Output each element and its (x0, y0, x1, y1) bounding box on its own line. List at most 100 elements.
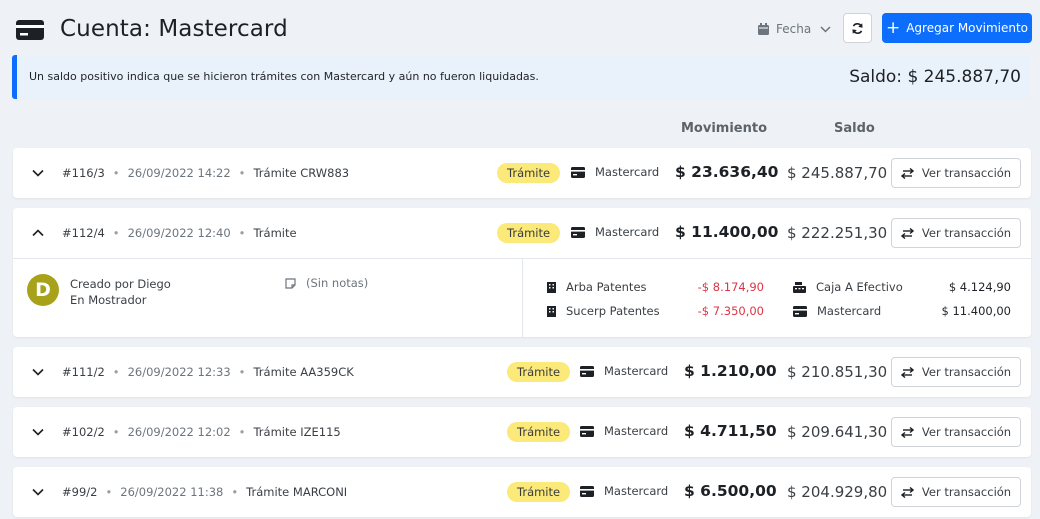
view-transaction-button[interactable]: Ver transacción (891, 218, 1021, 248)
type-badge: Trámite (507, 422, 571, 442)
date-filter-label: Fecha (776, 22, 812, 36)
exchange-icon (900, 167, 914, 179)
chevron-down-icon[interactable] (31, 365, 45, 379)
type-badge: Trámite (507, 482, 571, 502)
movement-amount: $ 1.210,00 (684, 362, 777, 380)
view-transaction-button[interactable]: Ver transacción (891, 417, 1021, 447)
movement-description: Trámite (253, 226, 297, 240)
divider (522, 259, 523, 338)
movement-row[interactable]: #111/2 • 26/09/2022 12:33 • Trámite AA359CK … (13, 347, 1031, 397)
view-transaction-button[interactable]: Ver transacción (891, 477, 1021, 507)
movement-description: Trámite MARCONI (246, 485, 348, 499)
movement-detail: D Creado por Diego En Mostrador (Sin not… (13, 258, 1031, 338)
account-label: Mastercard (571, 165, 659, 179)
movement-description: Trámite AA359CK (253, 365, 354, 379)
account-label: Mastercard (580, 364, 668, 378)
movement-amount: $ 4.711,50 (684, 422, 777, 440)
credit-card-icon (580, 485, 594, 497)
creator-info: Creado por Diego En Mostrador (70, 276, 171, 308)
movement-id: #112/4 (62, 226, 105, 240)
movement-card: #116/3 • 26/09/2022 14:22 • Trámite CRW883 T… (13, 148, 1031, 198)
chevron-down-icon[interactable] (31, 166, 45, 180)
movement-meta: #102/2 • 26/09/2022 12:02 • Trámite IZE115 (62, 425, 341, 439)
account-label: Mastercard (580, 424, 668, 438)
debit-line: Sucerp Patentes (547, 304, 660, 318)
chevron-down-icon[interactable] (31, 425, 45, 439)
credit-card-icon (571, 166, 585, 178)
chevron-up-icon[interactable] (31, 226, 45, 240)
movement-description: Trámite IZE115 (253, 425, 341, 439)
movement-amount: $ 6.500,00 (684, 482, 777, 500)
created-location: En Mostrador (70, 293, 147, 307)
movement-datetime: 26/09/2022 12:33 (127, 365, 231, 379)
movement-datetime: 26/09/2022 12:02 (127, 425, 231, 439)
credit-card-icon (793, 305, 807, 317)
avatar: D (27, 274, 59, 306)
movement-description: Trámite CRW883 (253, 166, 350, 180)
movement-amount: $ 11.400,00 (675, 223, 779, 241)
movement-amount: $ 23.636,40 (675, 163, 779, 181)
movement-row[interactable]: #102/2 • 26/09/2022 12:02 • Trámite IZE115 T… (13, 407, 1031, 457)
page-header: Cuenta: Mastercard Fecha + Agregar Movim… (16, 12, 1032, 48)
page-title: Cuenta: Mastercard (60, 16, 288, 42)
account-label: Mastercard (580, 484, 668, 498)
movement-meta: #99/2 • 26/09/2022 11:38 • Trámite MARCONI (62, 485, 348, 499)
debit-line: Arba Patentes (547, 280, 647, 294)
movement-balance: $ 245.887,70 (787, 164, 888, 182)
movement-meta: #116/3 • 26/09/2022 14:22 • Trámite CRW883 (62, 166, 350, 180)
alert-message: Un saldo positivo indica que se hicieron… (29, 70, 539, 83)
add-movement-button[interactable]: + Agregar Movimiento (882, 13, 1032, 43)
plus-icon: + (885, 17, 901, 38)
movement-balance: $ 204.929,80 (787, 483, 888, 501)
refresh-icon (852, 22, 863, 34)
created-by: Creado por Diego (70, 277, 171, 291)
credit-card-icon (16, 20, 44, 40)
movement-datetime: 26/09/2022 14:22 (127, 166, 231, 180)
account-balance: Saldo: $ 245.887,70 (849, 67, 1021, 87)
movement-datetime: 26/09/2022 12:40 (127, 226, 231, 240)
movement-id: #116/3 (62, 166, 105, 180)
note-icon (285, 277, 296, 289)
movement-card: #99/2 • 26/09/2022 11:38 • Trámite MARCONI T… (13, 467, 1031, 517)
movement-id: #99/2 (62, 485, 98, 499)
type-badge: Trámite (497, 163, 561, 183)
movement-row[interactable]: #99/2 • 26/09/2022 11:38 • Trámite MARCONI T… (13, 467, 1031, 517)
calendar-icon (758, 23, 769, 35)
building-icon (547, 281, 556, 293)
exchange-icon (900, 366, 914, 378)
credit-line: Caja A Efectivo (793, 280, 903, 294)
credit-line: Mastercard (793, 304, 881, 318)
view-transaction-button[interactable]: Ver transacción (891, 357, 1021, 387)
refresh-button[interactable] (843, 13, 872, 43)
column-header-balance: Saldo (834, 121, 875, 136)
chevron-down-icon (820, 25, 831, 33)
view-transaction-button[interactable]: Ver transacción (891, 158, 1021, 188)
add-movement-label: Agregar Movimiento (906, 21, 1029, 35)
movement-meta: #111/2 • 26/09/2022 12:33 • Trámite AA359CK (62, 365, 354, 379)
type-badge: Trámite (497, 223, 561, 243)
movement-card-expanded: #112/4 • 26/09/2022 12:40 • Trámite Trámite … (13, 208, 1031, 338)
building-icon (547, 305, 556, 317)
movement-datetime: 26/09/2022 11:38 (120, 485, 224, 499)
column-header-movement: Movimiento (681, 121, 768, 136)
movement-row[interactable]: #116/3 • 26/09/2022 14:22 • Trámite CRW883 T… (13, 148, 1031, 198)
movement-balance: $ 210.851,30 (787, 363, 888, 381)
debit-amount: -$ 8.174,90 (697, 280, 764, 294)
credit-card-icon (580, 365, 594, 377)
cash-register-icon (793, 281, 806, 293)
date-filter[interactable]: Fecha (758, 18, 838, 40)
credit-amount: $ 4.124,90 (948, 280, 1011, 294)
credit-amount: $ 11.400,00 (941, 304, 1012, 318)
chevron-down-icon[interactable] (31, 485, 45, 499)
info-alert: Un saldo positivo indica que se hicieron… (12, 55, 1030, 99)
movement-balance: $ 209.641,30 (787, 423, 888, 441)
exchange-icon (900, 486, 914, 498)
credit-card-icon (580, 425, 594, 437)
account-label: Mastercard (571, 225, 659, 239)
movement-row[interactable]: #112/4 • 26/09/2022 12:40 • Trámite Trámite … (13, 208, 1031, 258)
exchange-icon (900, 227, 914, 239)
movement-id: #111/2 (62, 365, 105, 379)
movement-meta: #112/4 • 26/09/2022 12:40 • Trámite (62, 226, 297, 240)
debit-amount: -$ 7.350,00 (697, 304, 764, 318)
movement-card: #102/2 • 26/09/2022 12:02 • Trámite IZE115 T… (13, 407, 1031, 457)
